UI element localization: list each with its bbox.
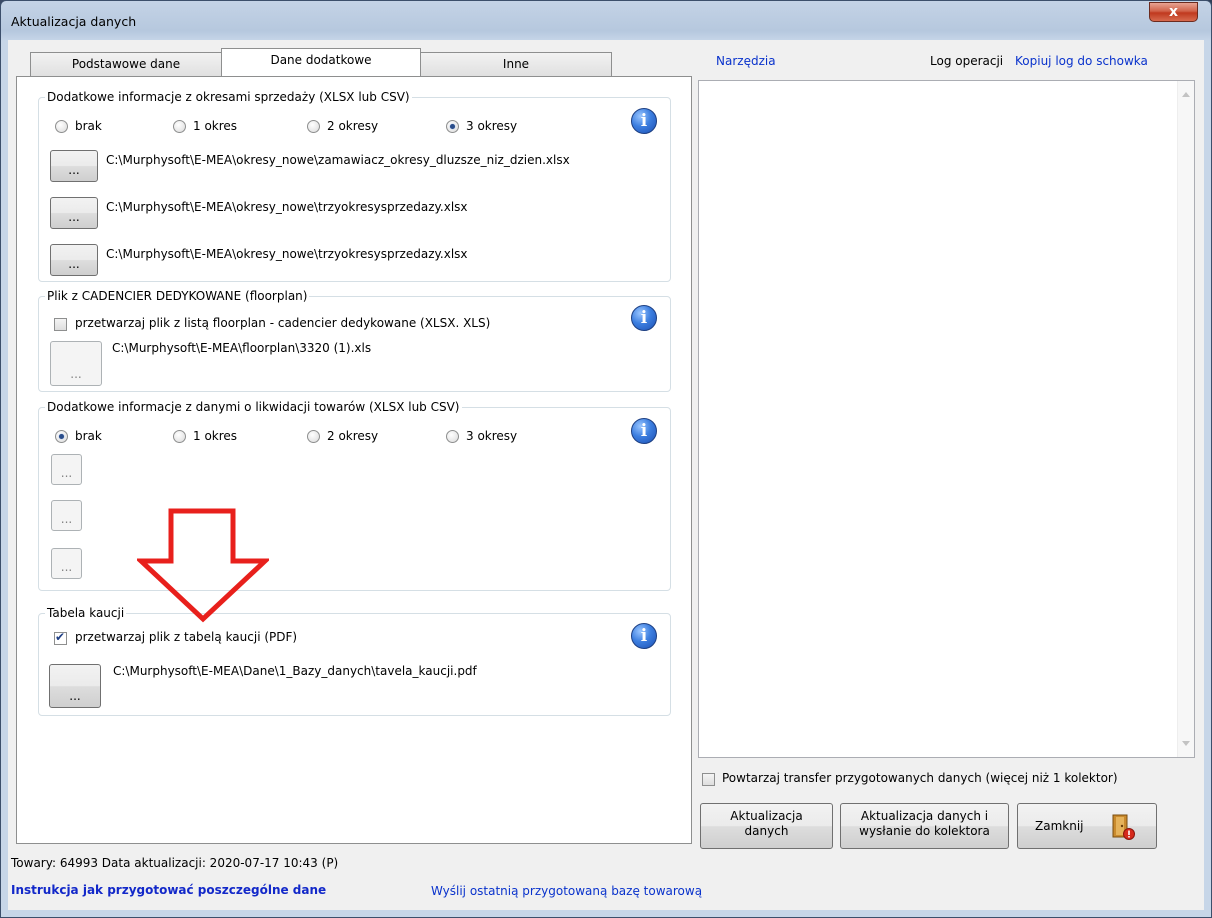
status-summary: Towary: 64993 Data aktualizacji: 2020-07… [11, 856, 339, 870]
browse-button-liquidation-3[interactable]: ... [51, 548, 82, 579]
group-sales-periods: Dodatkowe informacje z okresami sprzedaż… [38, 89, 671, 282]
info-icon[interactable]: i [631, 305, 657, 331]
update-data-label-1: Aktualizacja [730, 809, 803, 823]
browse-button-liquidation-1[interactable]: ... [51, 454, 82, 485]
close-button[interactable]: x [1149, 2, 1198, 22]
update-and-send-button[interactable]: Aktualizacja danych i wysłanie do kolekt… [840, 803, 1009, 849]
browse-button-sales-2[interactable]: ... [50, 197, 98, 229]
group-deposit-table: Tabela kaucji przetwarzaj plik z tabelą … [38, 605, 671, 716]
group-cadencier: Plik z CADENCIER DEDYKOWANE (floorplan) … [38, 288, 671, 392]
window-title: Aktualizacja danych [11, 14, 137, 29]
tab-inne[interactable]: Inne [420, 52, 612, 76]
browse-button-cadencier[interactable]: ... [50, 341, 102, 386]
update-send-label-1: Aktualizacja danych i [860, 809, 989, 823]
file-path-sales-3: C:\Murphysoft\E-MEA\okresy_nowe\trzyokre… [106, 247, 468, 261]
cadencier-checkbox-label: przetwarzaj plik z listą floorplan - cad… [75, 316, 491, 330]
tools-link[interactable]: Narzędzia [716, 54, 776, 68]
exit-door-icon [1112, 814, 1135, 840]
group-title: Dodatkowe informacje z danymi o likwidac… [45, 399, 462, 415]
send-last-database-link[interactable]: Wyślij ostatnią przygotowaną bazę towaro… [431, 884, 702, 898]
close-icon: x [1168, 4, 1179, 20]
browse-button-liquidation-2[interactable]: ... [51, 500, 82, 531]
log-scrollbar[interactable] [1177, 81, 1194, 757]
scroll-up-icon[interactable] [1182, 92, 1190, 97]
red-arrow-annotation [137, 508, 269, 623]
repeat-transfer-label: Powtarzaj transfer przygotowanych danych… [722, 771, 1118, 785]
info-icon[interactable]: i [631, 623, 657, 649]
file-path-deposit: C:\Murphysoft\E-MEA\Dane\1_Bazy_danych\t… [113, 664, 477, 678]
update-data-label-2: danych [744, 824, 789, 838]
file-path-cadencier: C:\Murphysoft\E-MEA\floorplan\3320 (1).x… [112, 341, 372, 355]
instructions-link[interactable]: Instrukcja jak przygotować poszczególne … [11, 883, 326, 897]
log-label: Log operacji [930, 54, 1004, 68]
group-title: Tabela kaucji [45, 605, 127, 621]
info-icon[interactable]: i [631, 108, 657, 134]
update-send-label-2: wysłanie do kolektora [859, 824, 990, 838]
browse-button-sales-1[interactable]: ... [50, 150, 98, 182]
tab-dane-dodatkowe[interactable]: Dane dodatkowe [221, 48, 421, 76]
file-path-sales-1: C:\Murphysoft\E-MEA\okresy_nowe\zamawiac… [106, 153, 570, 167]
browse-button-deposit[interactable]: ... [49, 664, 101, 708]
close-dialog-button[interactable]: Zamknij [1017, 803, 1157, 849]
deposit-checkbox-label: przetwarzaj plik z tabelą kaucji (PDF) [75, 630, 298, 644]
title-bar[interactable]: Aktualizacja danych x [1, 1, 1211, 41]
file-path-sales-2: C:\Murphysoft\E-MEA\okresy_nowe\trzyokre… [106, 200, 468, 214]
browse-button-sales-3[interactable]: ... [50, 244, 98, 276]
tab-podstawowe-dane[interactable]: Podstawowe dane [30, 52, 222, 76]
tab-label: Inne [502, 57, 530, 71]
tab-panel: Dodatkowe informacje z okresami sprzedaż… [16, 76, 692, 844]
tab-label: Dane dodatkowe [270, 53, 372, 67]
scroll-down-icon[interactable] [1182, 741, 1190, 746]
group-title: Dodatkowe informacje z okresami sprzedaż… [45, 89, 412, 105]
deposit-checkbox[interactable] [54, 630, 67, 645]
group-title: Plik z CADENCIER DEDYKOWANE (floorplan) [45, 288, 310, 304]
update-data-button[interactable]: Aktualizacja danych [700, 803, 833, 849]
repeat-transfer-checkbox[interactable] [702, 773, 715, 786]
close-dialog-label: Zamknij [1035, 819, 1084, 833]
copy-log-link[interactable]: Kopiuj log do schowka [1015, 54, 1148, 68]
tab-label: Podstawowe dane [71, 57, 181, 71]
cadencier-checkbox[interactable] [54, 318, 67, 331]
info-icon[interactable]: i [631, 418, 657, 444]
operation-log[interactable] [698, 80, 1195, 758]
group-liquidation: Dodatkowe informacje z danymi o likwidac… [38, 399, 671, 591]
